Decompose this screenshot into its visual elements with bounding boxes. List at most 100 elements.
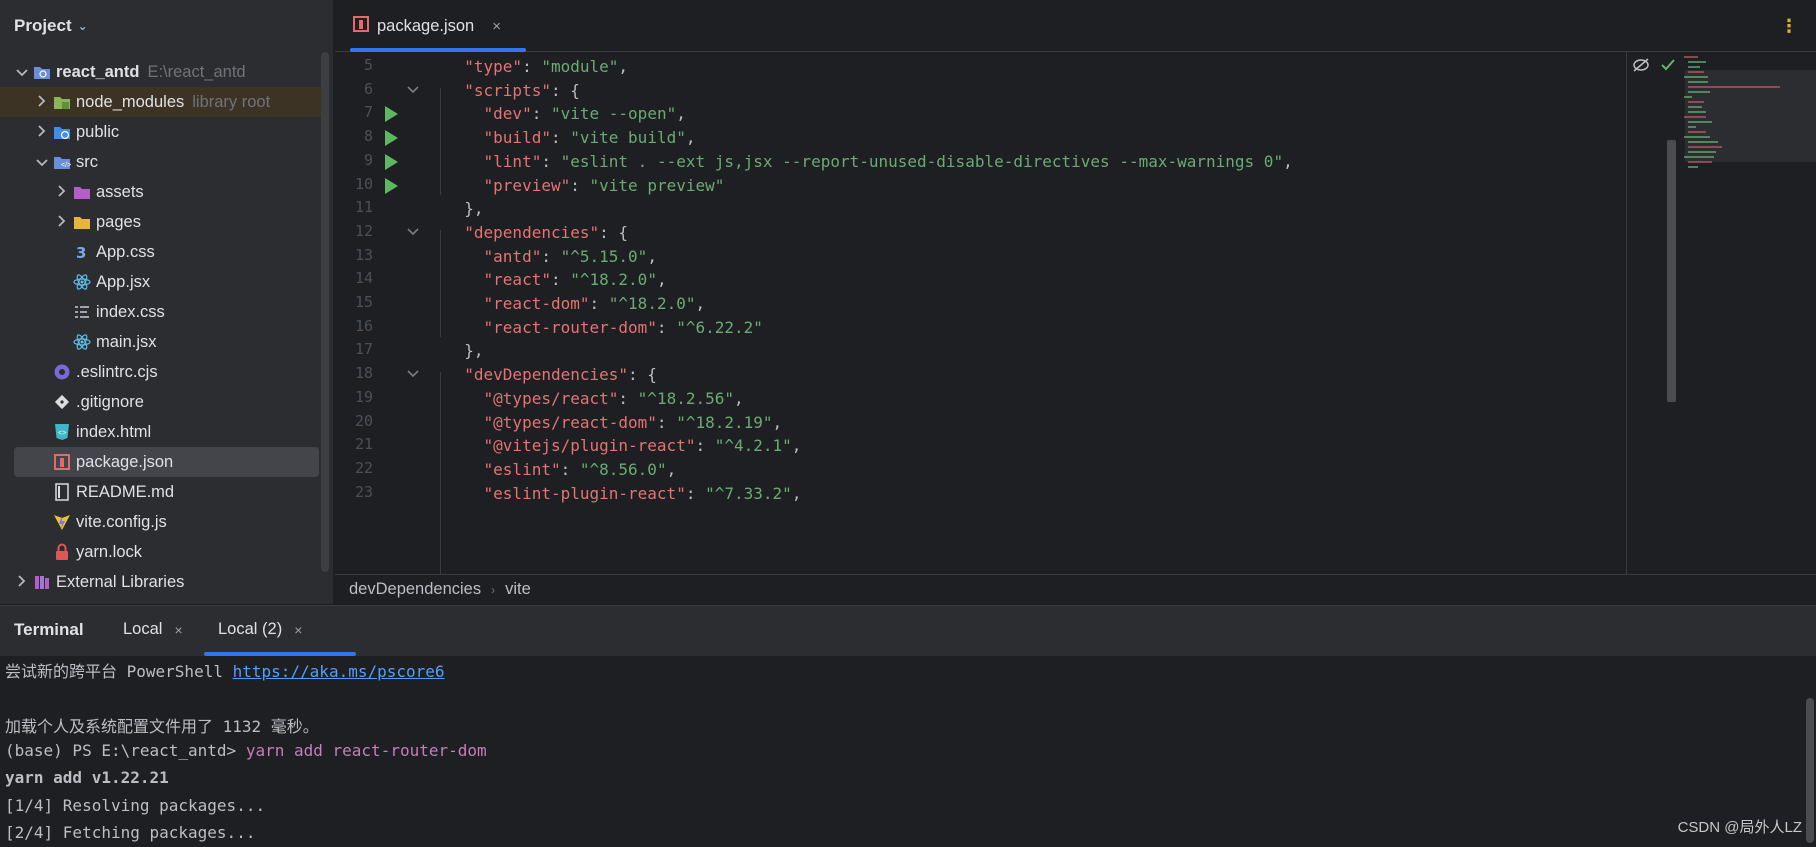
minimap-line (1684, 96, 1692, 98)
folder-resources-icon (72, 183, 92, 201)
code-line: "dev": "vite --open", (483, 104, 686, 124)
tree-item-react-antd[interactable]: react_antd E:\react_antd (0, 57, 321, 87)
tree-item-readme-md[interactable]: README.md (0, 477, 321, 507)
minimap-line (1688, 101, 1704, 103)
terminal-prompt: (base) PS E:\react_antd> (5, 740, 246, 760)
pscore-link[interactable]: https://aka.ms/pscore6 (233, 662, 445, 681)
breadcrumb: devDependencies › vite (335, 574, 1816, 604)
code-line: "preview": "vite preview" (483, 175, 725, 195)
tree-item-app-jsx[interactable]: App.jsx (0, 267, 321, 297)
terminal-tab-label: Local (2) (218, 620, 283, 638)
line-number: 20 (354, 411, 373, 430)
tree-item-pages[interactable]: pages (0, 207, 321, 237)
code-line: "@types/react-dom": "^18.2.19", (483, 412, 783, 432)
minimap[interactable] (1680, 56, 1816, 196)
close-icon[interactable]: × (492, 18, 501, 35)
terminal-scrollbar[interactable] (1806, 698, 1814, 843)
chevron-down-icon[interactable]: ⌄ (78, 19, 88, 33)
tree-item-public[interactable]: public (0, 117, 321, 147)
fold-icon[interactable] (407, 225, 419, 239)
tree-item-src[interactable]: </> src (0, 147, 321, 177)
tree-item-vite-config-js[interactable]: vite.config.js (0, 507, 321, 537)
line-number: 19 (354, 387, 373, 406)
line-number: 22 (354, 458, 373, 477)
reader-mode-icon[interactable] (1632, 58, 1650, 77)
editor-gutter: 5 6 7 8 9 10 11 12 13 14 15 16 17 18 19 20 21 22 23 (335, 52, 425, 574)
code-line: "eslint": "^8.56.0", (483, 459, 677, 479)
terminal-output[interactable]: 尝试新的跨平台 PowerShell https://aka.ms/pscore… (5, 658, 1786, 847)
breadcrumb-item[interactable]: devDependencies (349, 580, 481, 599)
git-file-icon (52, 393, 72, 411)
react-file-icon (72, 273, 92, 291)
tree-item-eslintrc-cjs[interactable]: .eslintrc.cjs (0, 357, 321, 387)
line-number: 17 (354, 340, 373, 359)
tree-item-label: .gitignore (76, 392, 144, 411)
line-number: 8 (363, 127, 373, 146)
code-area[interactable]: "type": "module", "scripts": { "dev": "v… (445, 52, 1616, 574)
line-number: 23 (354, 482, 373, 501)
tree-item-node-modules[interactable]: node_modules library root (0, 87, 321, 117)
eslint-file-icon (52, 363, 72, 381)
chevron-down-icon[interactable] (34, 155, 50, 170)
minimap-line (1688, 111, 1706, 113)
minimap-line (1688, 131, 1706, 133)
terminal-tab-local[interactable]: Local × (123, 620, 183, 640)
more-options-icon[interactable]: ⋮ (1780, 16, 1798, 37)
close-icon[interactable]: × (174, 620, 182, 640)
tab-package-json[interactable]: package.json × (350, 0, 526, 52)
editor-scrollbar[interactable] (1667, 140, 1676, 402)
tree-item-yarn-lock[interactable]: yarn.lock (0, 537, 321, 567)
tree-item-label: react_antd (56, 62, 140, 81)
chevron-down-icon[interactable] (14, 65, 30, 80)
tree-item-index-css[interactable]: index.css (0, 297, 321, 327)
chevron-right-icon[interactable] (54, 214, 70, 230)
tree-item-gitignore[interactable]: .gitignore (0, 387, 321, 417)
terminal-title: Terminal (14, 620, 84, 639)
line-number: 7 (363, 103, 373, 122)
tree-item-index-html[interactable]: <> index.html (0, 417, 321, 447)
chevron-right-icon[interactable] (14, 574, 30, 590)
line-number: 13 (354, 245, 373, 264)
project-title: Project (14, 16, 72, 35)
chevron-right-icon[interactable] (54, 184, 70, 200)
terminal-command: yarn add react-router-dom (245, 740, 487, 760)
checkmark-icon[interactable] (1660, 58, 1676, 77)
run-script-icon[interactable] (385, 130, 398, 147)
project-module-icon (32, 63, 52, 81)
run-script-icon[interactable] (385, 153, 398, 170)
minimap-line (1688, 151, 1716, 153)
chevron-right-icon[interactable] (34, 94, 50, 110)
line-number: 10 (354, 174, 373, 193)
fold-icon[interactable] (407, 83, 419, 97)
code-line: "build": "vite build", (483, 128, 696, 148)
breadcrumb-item[interactable]: vite (505, 580, 531, 599)
minimap-line (1688, 126, 1696, 128)
fold-icon[interactable] (407, 367, 419, 381)
chevron-right-icon[interactable] (34, 124, 50, 140)
run-script-icon[interactable] (385, 177, 398, 194)
tree-item-external-libraries[interactable]: External Libraries (0, 567, 321, 597)
tree-item-main-jsx[interactable]: main.jsx (0, 327, 321, 357)
project-panel-header[interactable]: Project ⌄ (0, 0, 333, 52)
tree-item-label: assets (96, 182, 144, 201)
minimap-line (1688, 91, 1710, 93)
tree-item-app-css[interactable]: 3 App.css (0, 237, 321, 267)
project-tree: react_antd E:\react_antd node_modules libra… (0, 57, 321, 597)
sidebar-scrollbar[interactable] (321, 52, 329, 572)
terminal-tab-local-2[interactable]: Local (2) × (218, 620, 302, 640)
inspection-widget (1632, 58, 1676, 77)
stylesheet-file-icon (72, 303, 92, 321)
svg-text:<>: <> (58, 430, 66, 437)
terminal-panel: Terminal Local × Local (2) × 尝试新的跨平台 Pow… (0, 605, 1816, 847)
code-editor[interactable]: 5 6 7 8 9 10 11 12 13 14 15 16 17 18 19 20 21 22 23 "type"… (335, 52, 1816, 574)
code-line: }, (445, 199, 484, 219)
minimap-line (1688, 86, 1780, 88)
run-script-icon[interactable] (385, 106, 398, 123)
lock-file-icon (52, 543, 72, 561)
tree-item-label: index.css (96, 302, 165, 321)
tree-item-assets[interactable]: assets (0, 177, 321, 207)
chevron-right-icon: › (491, 582, 496, 597)
close-icon[interactable]: × (294, 620, 302, 640)
tree-item-package-json[interactable]: package.json (14, 447, 319, 477)
